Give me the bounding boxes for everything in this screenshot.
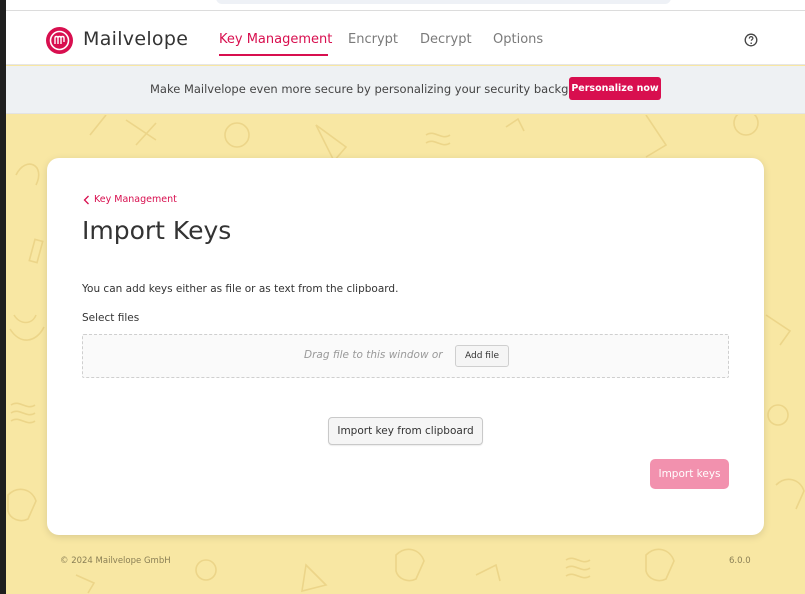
- add-file-button[interactable]: Add file: [455, 345, 509, 367]
- footer-copyright: © 2024 Mailvelope GmbH: [60, 556, 171, 566]
- file-dropzone[interactable]: Drag file to this window or Add file: [82, 334, 729, 378]
- address-bar[interactable]: [216, 0, 671, 4]
- chevron-left-icon: [83, 195, 89, 204]
- select-files-label: Select files: [82, 312, 140, 324]
- mailvelope-logo-icon: [46, 27, 73, 54]
- nav-decrypt[interactable]: Decrypt: [420, 32, 472, 47]
- personalize-now-button[interactable]: Personalize now: [569, 77, 661, 100]
- nav-options[interactable]: Options: [493, 32, 543, 47]
- browser-toolbar: [6, 0, 805, 11]
- back-to-key-management-link[interactable]: Key Management: [83, 194, 177, 205]
- top-navigation: Mailvelope Key Management Encrypt Decryp…: [6, 11, 805, 65]
- import-from-clipboard-button[interactable]: Import key from clipboard: [328, 417, 483, 445]
- app-name: Mailvelope: [83, 28, 189, 50]
- nav-encrypt[interactable]: Encrypt: [348, 32, 398, 47]
- banner-message: Make Mailvelope even more secure by pers…: [150, 82, 606, 96]
- import-keys-button[interactable]: Import keys: [650, 459, 729, 489]
- drop-hint-text: Drag file to this window or: [304, 349, 443, 361]
- page-title: Import Keys: [82, 216, 232, 245]
- back-link-label: Key Management: [94, 194, 177, 205]
- import-description: You can add keys either as file or as te…: [82, 283, 399, 295]
- nav-key-management[interactable]: Key Management: [219, 32, 332, 47]
- help-icon[interactable]: [744, 33, 758, 47]
- import-keys-card: Key Management Import Keys You can add k…: [47, 158, 764, 535]
- app-window: Mailvelope Key Management Encrypt Decryp…: [6, 11, 805, 594]
- footer-version: 6.0.0: [729, 556, 751, 566]
- personalize-banner: Make Mailvelope even more secure by pers…: [6, 66, 805, 114]
- nav-active-indicator: [219, 54, 328, 56]
